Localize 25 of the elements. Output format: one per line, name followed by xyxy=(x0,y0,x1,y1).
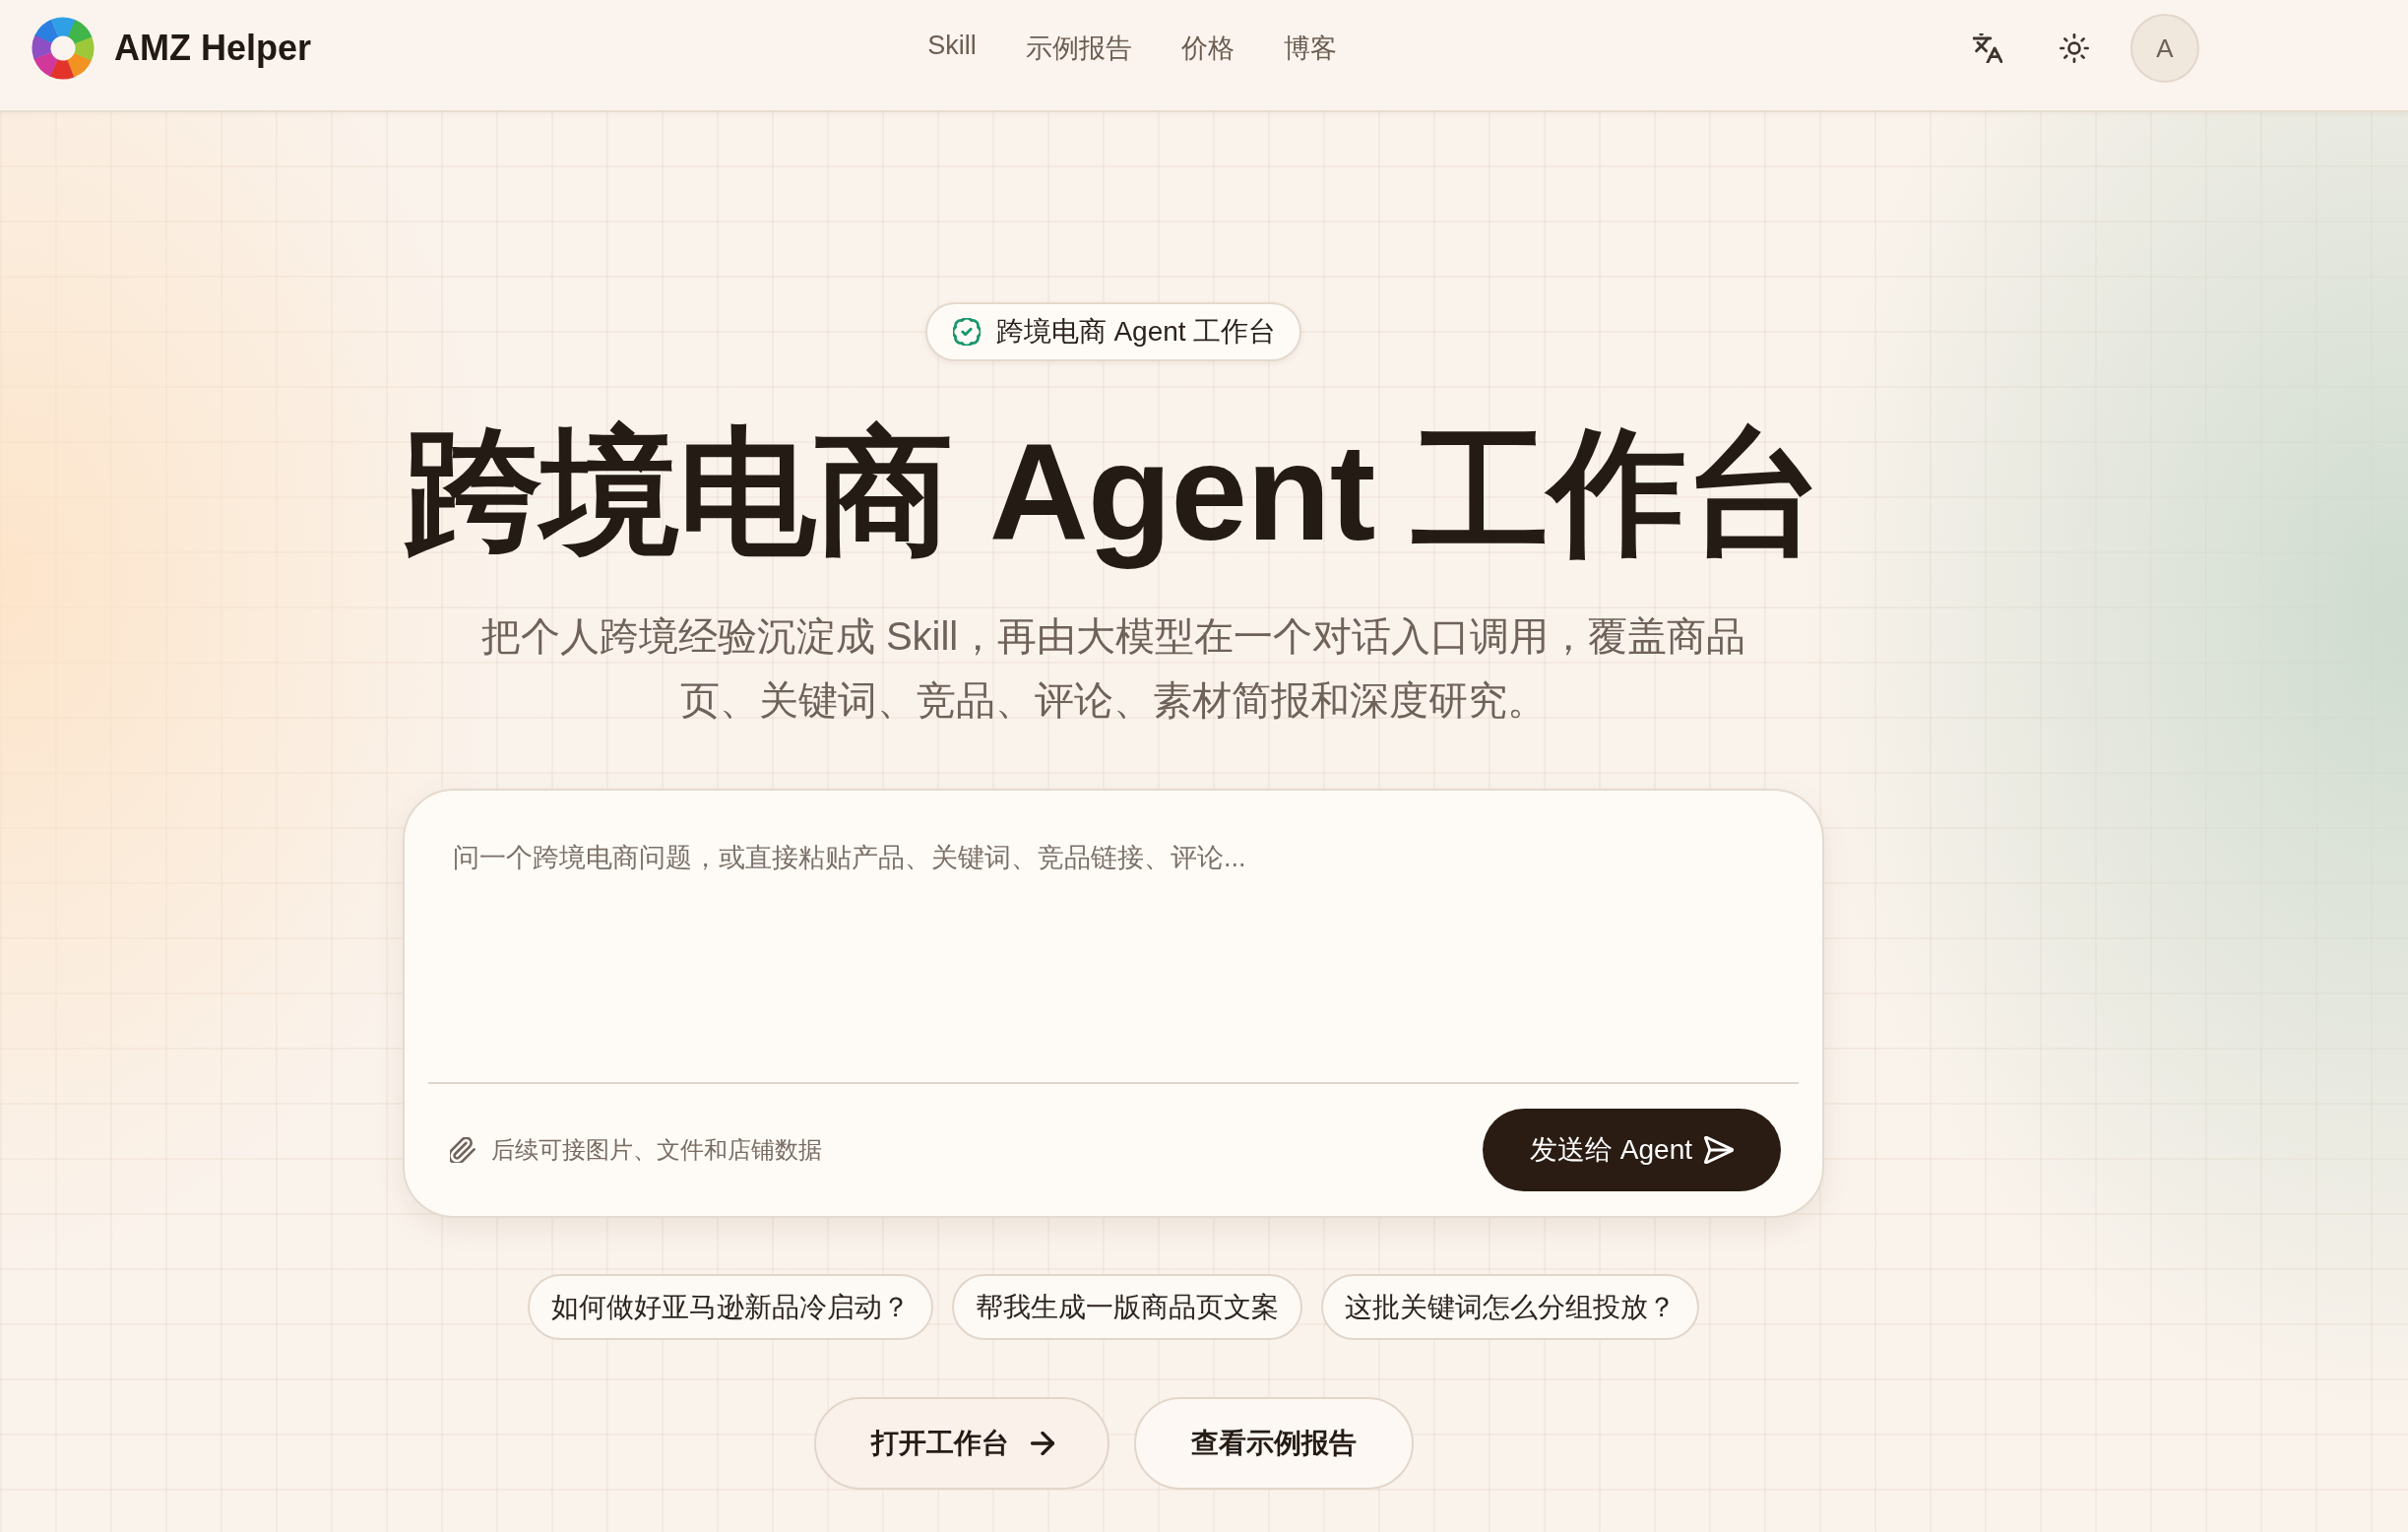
sun-icon[interactable] xyxy=(2059,33,2089,63)
ring-logo-icon[interactable] xyxy=(32,17,95,80)
nav-link[interactable]: 示例报告 xyxy=(1025,31,1132,66)
suggestion-chip[interactable]: 如何做好亚马逊新品冷启动？ xyxy=(528,1274,933,1340)
badge-label: 跨境电商 Agent 工作台 xyxy=(995,315,1277,349)
composer-card[interactable]: 问一个跨境电商问题，或直接粘贴产品、关键词、竞品链接、评论... 后续可接图片、文件和店铺数据 发送给 Agent xyxy=(403,789,1824,1218)
nav-link[interactable]: Skill xyxy=(927,31,977,66)
hero-title: 跨境电商 Agent 工作台 xyxy=(404,414,1823,571)
message-input[interactable]: 问一个跨境电商问题，或直接粘贴产品、关键词、竞品链接、评论... xyxy=(428,791,1799,1082)
send-button[interactable]: 发送给 Agent xyxy=(1483,1109,1781,1191)
paperclip-icon[interactable] xyxy=(450,1137,475,1163)
action-button[interactable]: 打开工作台 xyxy=(813,1397,1109,1490)
hero-subtitle: 把个人跨境经验沉淀成 Skill，再由大模型在一个对话入口调用，覆盖商品页、关键词、竞品、评论、素材简报和深度研究。 xyxy=(479,613,1747,724)
nav-link[interactable]: 价格 xyxy=(1180,31,1235,66)
check-badge-icon xyxy=(952,318,981,346)
nav-link[interactable]: 博客 xyxy=(1283,31,1337,66)
avatar-button[interactable]: A xyxy=(2130,14,2199,83)
suggestion-chip[interactable]: 帮我生成一版商品页文案 xyxy=(952,1274,1302,1340)
action-button[interactable]: 查看示例报告 xyxy=(1133,1397,1414,1490)
translate-icon[interactable] xyxy=(1973,33,2002,63)
send-icon xyxy=(1704,1136,1734,1164)
attachment-hint: 后续可接图片、文件和店铺数据 xyxy=(491,1135,822,1165)
brand-name[interactable]: AMZ Helper xyxy=(114,28,312,69)
arrow-right-icon xyxy=(1030,1432,1054,1455)
suggestion-chip[interactable]: 这批关键词怎么分组投放？ xyxy=(1321,1274,1699,1340)
